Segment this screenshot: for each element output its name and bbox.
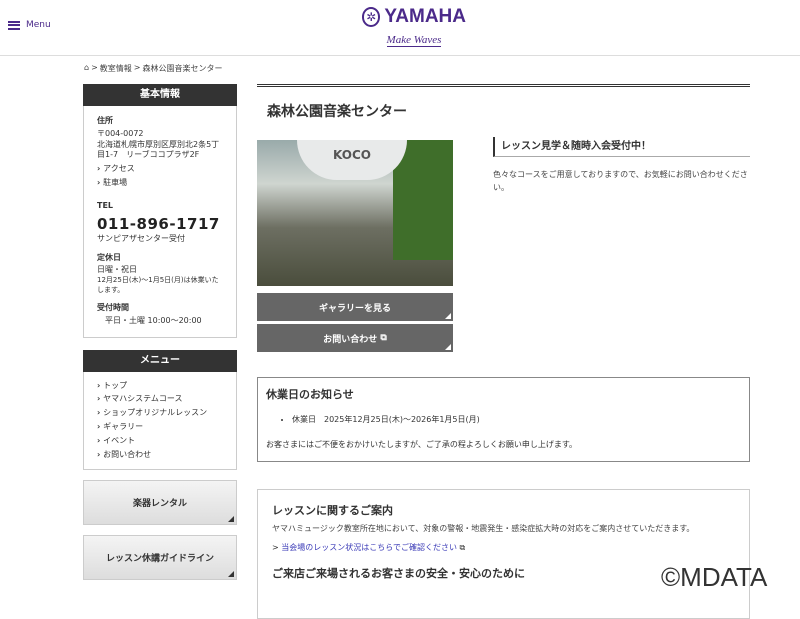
lesson-title: レッスンに関するご案内 xyxy=(272,504,393,517)
closed-label: 定休日 xyxy=(97,252,121,262)
guideline-button[interactable]: レッスン休講ガイドライン xyxy=(83,535,237,581)
notice-item: 休業日 2025年12月25日(木)～2026年1月5日(月) xyxy=(292,414,741,425)
rental-button[interactable]: 楽器レンタル xyxy=(83,480,237,526)
announcement-title: レッスン見学＆随時入会受付中！ xyxy=(493,137,750,157)
breadcrumb-item[interactable]: 教室情報 xyxy=(100,63,132,74)
logo-name: YAMAHA xyxy=(384,6,466,27)
lesson-status-link[interactable]: > 当会場のレッスン状況はこちらでご確認ください ⧉ xyxy=(272,542,735,553)
lesson-link-label: 当会場のレッスン状況はこちらでご確認ください xyxy=(281,542,458,552)
logo-tagline: Make Waves xyxy=(386,34,442,47)
tuning-fork-icon: ✲ xyxy=(362,7,381,27)
main-content: 森林公園音楽センター KOCO ギャラリーを見る お問い合わせ ⧉ レッスン見学… xyxy=(257,84,750,619)
building-sign: KOCO xyxy=(297,140,407,180)
tel-number[interactable]: 011-896-1717 xyxy=(97,214,223,234)
menu-item-original-lesson[interactable]: ショップオリジナルレッスン xyxy=(97,408,223,419)
notice-title: 休業日のお知らせ xyxy=(266,388,354,401)
hamburger-icon xyxy=(8,20,20,30)
sidebar: 基本情報 住所 〒004-0072 北海道札幌市厚別区厚別北2条5丁目1-7 リ… xyxy=(83,84,237,581)
center-photo: KOCO xyxy=(257,140,453,286)
page-title: 森林公園音楽センター xyxy=(267,104,407,120)
info-box: 住所 〒004-0072 北海道札幌市厚別区厚別北2条5丁目1-7 リーブココプ… xyxy=(83,106,237,338)
access-link[interactable]: アクセス xyxy=(97,164,223,175)
lesson-text: ヤマハミュージック教室所在地において、対象の警報・地震発生・感染症拡大時の対応を… xyxy=(272,524,695,533)
hours: 平日・土曜 10:00～20:00 xyxy=(105,315,202,325)
menu-item-gallery[interactable]: ギャラリー xyxy=(97,422,223,433)
breadcrumb: ⌂ > 教室情報 > 森林公園音楽センター xyxy=(84,63,223,74)
menu-button[interactable]: Menu xyxy=(8,20,51,30)
address-label: 住所 xyxy=(97,116,113,125)
address: 北海道札幌市厚別区厚別北2条5丁目1-7 リーブココプラザ2F xyxy=(97,139,220,160)
tel-note: サンピアザセンター受付 xyxy=(97,233,185,243)
parking-link[interactable]: 駐車場 xyxy=(97,178,223,189)
announcement-text: 色々なコースをご用意しておりますので、お気軽にお問い合わせください。 xyxy=(493,170,748,192)
announcement: レッスン見学＆随時入会受付中！ 色々なコースをご用意しておりますので、お気軽にお… xyxy=(493,137,750,195)
tel-label: TEL xyxy=(97,200,114,210)
gallery-button[interactable]: ギャラリーを見る xyxy=(257,293,453,321)
breadcrumb-current: 森林公園音楽センター xyxy=(142,64,223,73)
zip: 〒004-0072 xyxy=(97,128,144,138)
hours-label: 受付時間 xyxy=(97,303,129,313)
contact-button[interactable]: お問い合わせ ⧉ xyxy=(257,324,453,352)
closed-days: 日曜・祝日 xyxy=(97,265,137,275)
external-link-icon: ⧉ xyxy=(457,542,466,552)
divider xyxy=(257,84,750,89)
sidebar-menu: トップ ヤマハシステムコース ショップオリジナルレッスン ギャラリー イベント … xyxy=(83,371,237,471)
menu-label: Menu xyxy=(26,20,51,30)
menu-item-contact[interactable]: お問い合わせ xyxy=(97,450,223,461)
info-heading: 基本情報 xyxy=(83,84,237,106)
closed-note: 12月25日(木)～1月5日(月)は休業いたします。 xyxy=(97,276,219,294)
contact-label: お問い合わせ xyxy=(323,334,378,345)
holiday-notice: 休業日のお知らせ 休業日 2025年12月25日(木)～2026年1月5日(月)… xyxy=(257,377,750,462)
menu-item-top[interactable]: トップ xyxy=(97,381,223,392)
yamaha-logo[interactable]: ✲ YAMAHA Make Waves xyxy=(362,6,466,47)
home-icon[interactable]: ⌂ xyxy=(84,63,89,74)
menu-item-system-course[interactable]: ヤマハシステムコース xyxy=(97,394,223,405)
external-link-icon: ⧉ xyxy=(377,333,387,343)
notice-text: お客さまにはご不便をおかけいたしますが、ご了承の程よろしくお願い申し上げます。 xyxy=(266,440,578,449)
site-header: Menu ✲ YAMAHA Make Waves xyxy=(0,0,800,56)
menu-heading: メニュー xyxy=(83,349,237,372)
watermark: ©MDATA xyxy=(661,562,768,592)
menu-item-event[interactable]: イベント xyxy=(97,436,223,447)
